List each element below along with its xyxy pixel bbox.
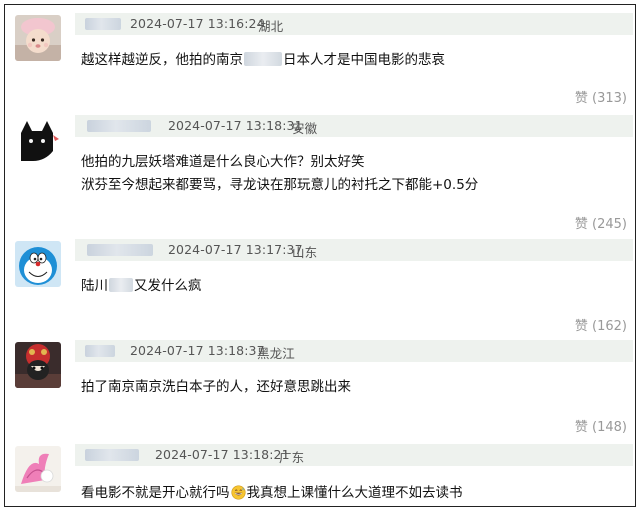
- comment-time: 2024-07-17 13:18:37: [130, 343, 265, 358]
- comment-item: 2024-07-17 13:18:31 安徽 他拍的九层妖塔难道是什么良心大作？…: [5, 111, 635, 239]
- like-label: 赞: [574, 91, 588, 106]
- comment-item: 2024-07-17 13:18:37 黑龙江 拍了南京南京洗白本子的人，还好意…: [5, 336, 635, 438]
- like-count: (148): [592, 420, 627, 435]
- comment-text-part: 又发什么疯: [134, 278, 202, 294]
- like-label: 赞: [574, 217, 588, 232]
- comment-location: 山东: [292, 245, 318, 260]
- censored-block: [244, 52, 282, 66]
- comment-location: 安徽: [292, 121, 318, 136]
- comment-divider: [11, 438, 629, 439]
- comment-text-line: 洑芬至今想起来都要骂，寻龙诀在那玩意儿的衬托之下都能+0.5分: [81, 177, 479, 193]
- like-label: 赞: [574, 420, 588, 435]
- comment-location: 广东: [279, 450, 305, 465]
- comment-meta: 2024-07-17 13:16:24 湖北: [75, 13, 633, 35]
- pink-flower-avatar[interactable]: [15, 446, 61, 492]
- comment-divider: [11, 233, 629, 234]
- black-cat-avatar-image: [15, 117, 61, 163]
- comment-text: 看电影不就是开心就行吗 我真想上课懂什么大道理不如去读书: [81, 482, 463, 504]
- like-button[interactable]: 赞 (148): [575, 416, 627, 435]
- baby-avatar-image: [15, 15, 61, 61]
- comment-meta: 2024-07-17 13:17:37 山东: [75, 239, 633, 261]
- doraemon-avatar-image: [15, 241, 61, 287]
- doraemon-avatar[interactable]: [15, 241, 61, 287]
- comment-time: 2024-07-17 13:16:24: [130, 16, 265, 31]
- comment-text: 陆川 又发什么疯: [81, 275, 202, 297]
- comment-item: 2024-07-17 13:17:37 山东 陆川 又发什么疯 赞 (162): [5, 235, 635, 335]
- comment-text-line: 拍了南京南京洗白本子的人，还好意思跳出来: [81, 379, 351, 395]
- username-blurred[interactable]: [87, 120, 151, 132]
- costume-avatar[interactable]: [15, 342, 61, 388]
- comment-time: 2024-07-17 13:18:21: [155, 447, 290, 462]
- like-button[interactable]: 赞 (162): [575, 315, 627, 334]
- like-count: (245): [592, 217, 627, 232]
- comment-location: 黑龙江: [257, 346, 295, 361]
- comment-meta: 2024-07-17 13:18:21 广东: [75, 444, 633, 466]
- like-count: (313): [592, 91, 627, 106]
- comment-text-part: 我真想上课懂什么大道理不如去读书: [246, 485, 463, 501]
- like-button[interactable]: 赞 (245): [575, 213, 627, 232]
- comment-item: 2024-07-17 13:18:21 广东 看电影不就是开心就行吗 我真想上课…: [5, 440, 635, 506]
- comment-text-part: 日本人才是中国电影的悲哀: [283, 52, 445, 68]
- username-blurred[interactable]: [87, 244, 153, 256]
- censored-block: [109, 278, 133, 292]
- comment-time: 2024-07-17 13:18:31: [168, 118, 303, 133]
- baby-avatar[interactable]: [15, 15, 61, 61]
- costume-avatar-image: [15, 342, 61, 388]
- username-blurred[interactable]: [85, 18, 121, 30]
- comment-divider: [11, 335, 629, 336]
- like-button[interactable]: 赞 (313): [575, 87, 627, 106]
- black-cat-avatar[interactable]: [15, 117, 61, 163]
- comment-text-part: 陆川: [81, 278, 108, 294]
- comment-text-part: 看电影不就是开心就行吗: [81, 485, 230, 501]
- username-blurred[interactable]: [85, 345, 115, 357]
- comment-time: 2024-07-17 13:17:37: [168, 242, 303, 257]
- comment-text-part: 越这样越逆反，他拍的南京: [81, 52, 243, 68]
- like-count: (162): [592, 319, 627, 334]
- comment-text: 越这样越逆反，他拍的南京 日本人才是中国电影的悲哀: [81, 49, 445, 71]
- comment-list: 2024-07-17 13:16:24 湖北 越这样越逆反，他拍的南京 日本人才是…: [4, 4, 636, 507]
- pink-flower-avatar-image: [15, 446, 61, 492]
- like-label: 赞: [574, 319, 588, 334]
- username-blurred[interactable]: [85, 449, 139, 461]
- comment-meta: 2024-07-17 13:18:37 黑龙江: [75, 340, 633, 362]
- comment-meta: 2024-07-17 13:18:31 安徽: [75, 115, 633, 137]
- comment-text-line: 他拍的九层妖塔难道是什么良心大作？别太好笑: [81, 154, 365, 170]
- comment-item: 2024-07-17 13:16:24 湖北 越这样越逆反，他拍的南京 日本人才是…: [5, 9, 635, 109]
- comment-divider: [11, 109, 629, 110]
- grinning-sweat-emoji: [230, 485, 246, 500]
- comment-location: 湖北: [258, 19, 284, 34]
